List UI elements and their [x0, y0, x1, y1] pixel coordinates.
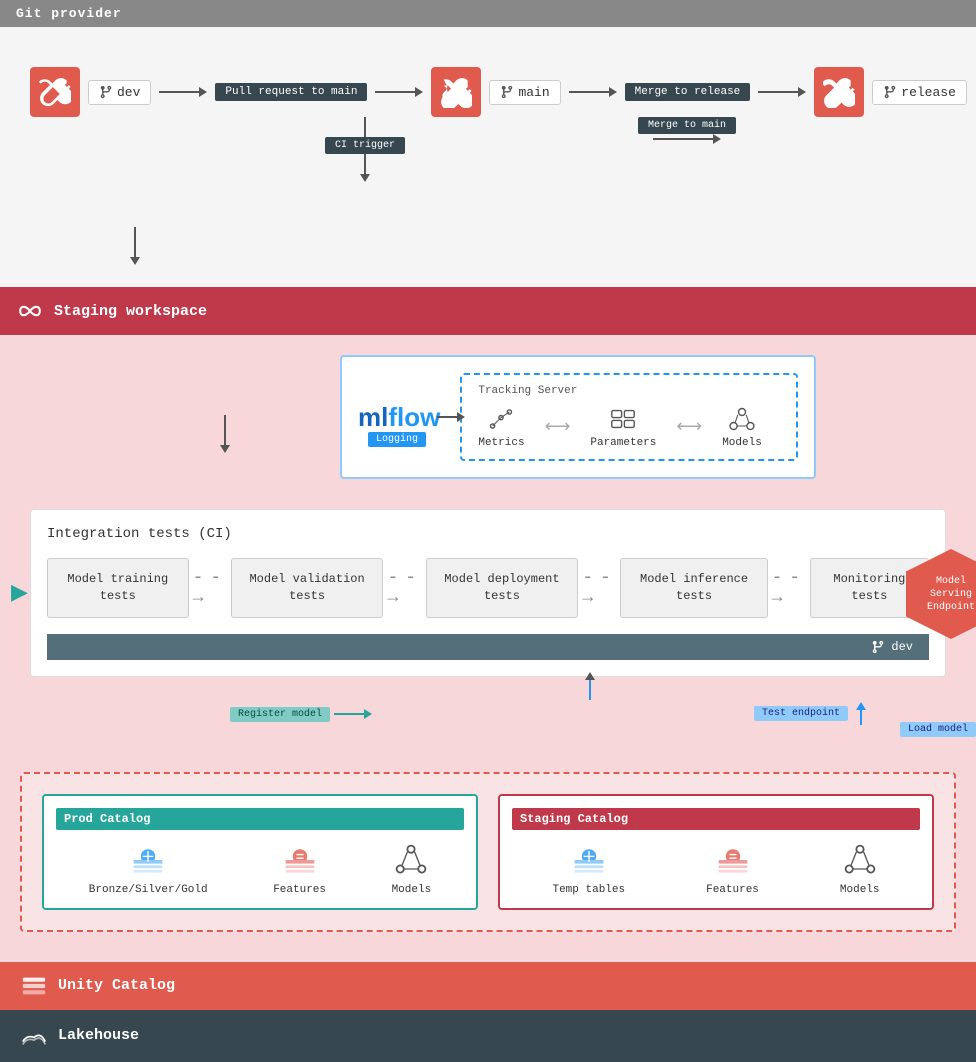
git-provider-label: Git provider — [16, 6, 122, 21]
tracking-item-metrics: Metrics — [478, 405, 524, 449]
prod-features-label: Features — [273, 884, 326, 896]
staging-workspace-label: Staging workspace — [54, 303, 207, 320]
prod-catalog-header: Prod Catalog — [56, 808, 464, 830]
pull-request-label: Pull request to main — [215, 83, 367, 101]
mlflow-logo: mlflow — [358, 402, 440, 433]
table-icon-2 — [571, 842, 607, 878]
models-icon-1 — [393, 842, 429, 878]
integration-tests-row: Model training tests - - → Model validat… — [47, 558, 929, 618]
tracking-server-title: Tracking Server — [478, 385, 780, 397]
main-branch-label: main — [518, 85, 549, 100]
prod-bronze-label: Bronze/Silver/Gold — [89, 884, 208, 896]
top-git-flow-row: dev Pull request to main main — [30, 67, 946, 117]
prod-features: Features — [273, 842, 326, 896]
merge-to-main-label: Merge to main — [638, 117, 736, 134]
branch-label-main: main — [489, 80, 560, 105]
arrow-3: - - → — [578, 568, 620, 608]
logging-badge: Logging — [368, 432, 426, 447]
prod-bronze-silver-gold: Bronze/Silver/Gold — [89, 842, 208, 896]
model-training-tests-label: Model training tests — [67, 572, 168, 603]
merge-to-release-label: Merge to release — [625, 83, 751, 101]
staging-models-label: Models — [840, 884, 880, 896]
tracking-item-models: Models — [722, 405, 762, 449]
load-model-label: Load model — [900, 722, 976, 737]
model-deployment-tests-box: Model deployment tests — [426, 558, 579, 618]
staging-catalog-box: Staging Catalog Temp tables — [498, 794, 934, 910]
integration-tests-box: Integration tests (CI) ▶ Model training … — [30, 509, 946, 677]
tracking-items: Metrics ⟷ Parameters ⟷ — [478, 405, 780, 449]
git-provider-bar: Git provider — [0, 0, 976, 27]
staging-features-label: Features — [706, 884, 759, 896]
catalogs-row: Prod Catalog Bronze/Silver/Gol — [32, 784, 944, 920]
arrow-4: - - → — [768, 568, 810, 608]
git-icon-dev — [30, 67, 80, 117]
features-icon-2 — [715, 842, 751, 878]
tracking-item-parameters: Parameters — [590, 405, 656, 449]
prod-catalog-box: Prod Catalog Bronze/Silver/Gol — [42, 794, 478, 910]
release-branch-label: release — [901, 85, 956, 100]
model-validation-tests-label: Model validation tests — [249, 572, 364, 603]
git-icon-release — [814, 67, 864, 117]
staging-features: Features — [706, 842, 759, 896]
metrics-label: Metrics — [478, 437, 524, 449]
model-inference-tests-label: Model inference tests — [640, 572, 748, 603]
prod-models-label: Models — [392, 884, 432, 896]
staging-body: mlflow Logging Tracking Server — [0, 335, 976, 962]
loop-arrow: ▶ — [11, 580, 28, 606]
dev-bar-branch-icon — [871, 640, 885, 654]
mlflow-section: mlflow Logging Tracking Server — [340, 355, 816, 479]
model-serving-label: Model Serving Endpoint — [906, 565, 976, 624]
model-serving-endpoint: Model Serving Endpoint — [906, 549, 976, 639]
staging-catalog-items: Temp tables Features — [512, 842, 920, 896]
model-validation-tests-box: Model validation tests — [231, 558, 384, 618]
staging-catalog-header: Staging Catalog — [512, 808, 920, 830]
parameters-label: Parameters — [590, 437, 656, 449]
features-icon-1 — [282, 842, 318, 878]
prod-catalog-items: Bronze/Silver/Gold Features — [56, 842, 464, 896]
models-icon-2 — [842, 842, 878, 878]
dev-bar-label: dev — [891, 640, 913, 654]
git-flow-section: dev Pull request to main main — [0, 27, 976, 287]
staging-temp-tables-label: Temp tables — [552, 884, 625, 896]
staging-workspace: Staging workspace mlflow Logging — [0, 287, 976, 962]
model-inference-tests-box: Model inference tests — [620, 558, 767, 618]
tracking-server-box: Tracking Server Metrics ⟷ — [460, 373, 798, 461]
branch-label-release: release — [872, 80, 967, 105]
test-endpoint-label: Test endpoint — [754, 706, 848, 721]
model-training-tests-box: Model training tests — [47, 558, 189, 618]
unity-catalog-wrapper: Prod Catalog Bronze/Silver/Gol — [20, 772, 956, 932]
staging-temp-tables: Temp tables — [552, 842, 625, 896]
parameters-icon — [609, 405, 637, 433]
dev-branch-label: dev — [117, 85, 140, 100]
arrow-2: - - → — [383, 568, 425, 608]
git-flow-container: dev Pull request to main main — [0, 47, 976, 187]
staging-icon — [16, 297, 44, 325]
metrics-icon — [487, 405, 515, 433]
dev-bar: dev — [47, 634, 929, 660]
staging-header: Staging workspace — [0, 287, 976, 335]
register-model-label: Register model — [230, 707, 330, 722]
ci-trigger-label: CI trigger — [325, 137, 405, 154]
monitoring-tests-label: Monitoring tests — [833, 572, 905, 603]
prod-models: Models — [392, 842, 432, 896]
unity-catalog-bar: Unity Catalog — [0, 962, 976, 1010]
table-icon-1 — [130, 842, 166, 878]
unity-catalog-label: Unity Catalog — [58, 977, 175, 994]
staging-models: Models — [840, 842, 880, 896]
arrow-1: - - → — [189, 568, 231, 608]
models-icon-tracking — [728, 405, 756, 433]
branch-label-dev: dev — [88, 80, 151, 105]
unity-catalog-icon — [20, 972, 48, 1000]
git-icon-main — [431, 67, 481, 117]
integration-tests-title: Integration tests (CI) — [47, 526, 929, 542]
models-label-tracking: Models — [722, 437, 762, 449]
model-deployment-tests-label: Model deployment tests — [444, 572, 559, 603]
